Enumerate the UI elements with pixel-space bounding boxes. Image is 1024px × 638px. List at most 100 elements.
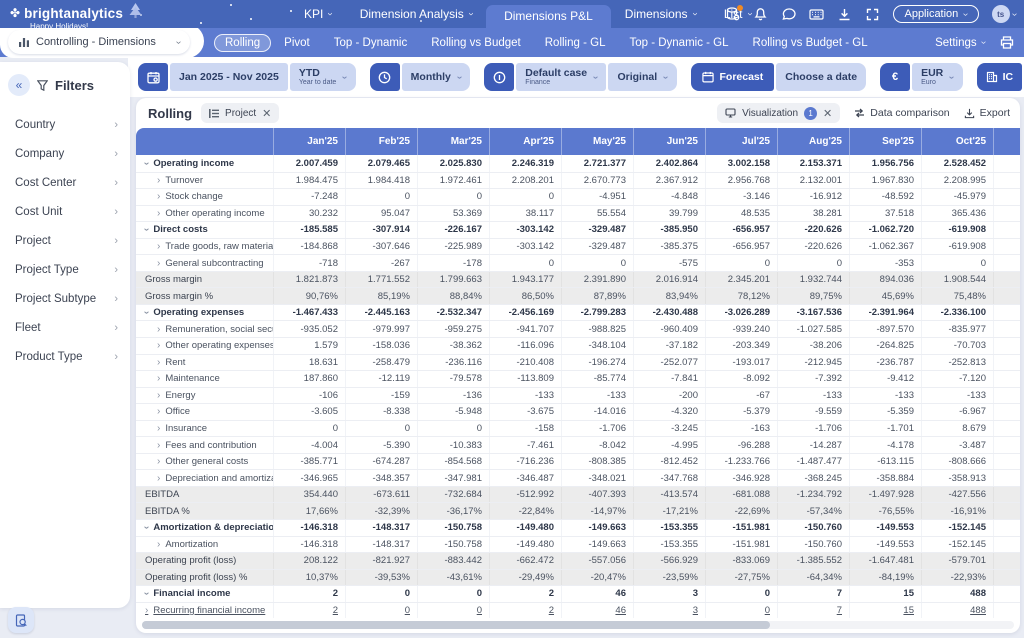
table-row: Operating profit (loss) %10,37%-39,53%-4…	[136, 569, 1020, 586]
download-icon[interactable]	[837, 7, 852, 22]
filter-item-project[interactable]: Project›	[0, 226, 130, 255]
scenario-icon[interactable]	[484, 63, 514, 91]
collapse-sidebar-button[interactable]: «	[8, 74, 30, 96]
table-cell: -662.472	[489, 553, 561, 569]
chevron-right-icon[interactable]: ›	[157, 373, 160, 384]
close-icon[interactable]: ✕	[262, 107, 271, 120]
version-select[interactable]: Original ›	[608, 63, 676, 91]
topnav-item-kpi[interactable]: KPI›	[290, 0, 346, 28]
chevron-down-icon[interactable]: ›	[141, 592, 152, 595]
chevron-right-icon[interactable]: ›	[157, 390, 160, 401]
report-tab-rolling-vs-budget-gl[interactable]: Rolling vs Budget - GL	[742, 34, 879, 52]
table-cell: 2.208.995	[921, 173, 993, 189]
fullscreen-icon[interactable]	[865, 7, 880, 22]
column-header[interactable]: Aug'25	[777, 128, 849, 155]
doc-search-button[interactable]	[8, 607, 34, 633]
report-tab-rolling[interactable]: Rolling	[214, 34, 271, 52]
filter-item-project-subtype[interactable]: Project Subtype›	[0, 284, 130, 313]
case-select[interactable]: Default caseFinance ›	[516, 63, 606, 91]
chevron-down-icon[interactable]: ›	[141, 228, 152, 231]
chevron-down-icon: ›	[173, 40, 184, 43]
chat-icon[interactable]	[781, 7, 796, 22]
user-menu[interactable]: ts ›	[992, 5, 1016, 23]
logo[interactable]: ✤ brightanalytics Happy Holidays!	[10, 3, 142, 31]
chevron-right-icon[interactable]: ›	[145, 605, 148, 616]
chevron-right-icon[interactable]: ›	[157, 340, 160, 351]
export-button[interactable]: Export	[964, 107, 1010, 119]
period-select[interactable]: Monthly ›	[402, 63, 471, 91]
chevron-right-icon[interactable]: ›	[157, 258, 160, 269]
forecast-button[interactable]: Forecast	[691, 63, 775, 91]
choose-date-button[interactable]: Choose a date	[776, 63, 866, 91]
filter-item-project-type[interactable]: Project Type›	[0, 255, 130, 284]
table-cell: -226.167	[417, 222, 489, 238]
table-cell: -39,53%	[345, 570, 417, 586]
column-header[interactable]: Apr'25	[489, 128, 561, 155]
topnav-item-dimensions-p-l[interactable]: Dimensions P&L	[486, 5, 611, 28]
filter-item-cost-unit[interactable]: Cost Unit›	[0, 197, 130, 226]
column-header[interactable]: May'25	[561, 128, 633, 155]
table-cell: -153.355	[633, 520, 705, 536]
print-icon[interactable]	[999, 35, 1014, 50]
ytd-select[interactable]: YTDYear to date ›	[290, 63, 356, 91]
chevron-down-icon[interactable]: ›	[141, 162, 152, 165]
application-select[interactable]: Application ›	[893, 5, 978, 23]
chevron-right-icon[interactable]: ›	[157, 208, 160, 219]
report-tab-top-dynamic[interactable]: Top - Dynamic	[323, 34, 419, 52]
column-header[interactable]: Jan'25	[273, 128, 345, 155]
database-icon[interactable]	[725, 7, 740, 22]
dimension-chip-project[interactable]: Project ✕	[201, 103, 279, 123]
report-tab-rolling-vs-budget[interactable]: Rolling vs Budget	[420, 34, 532, 52]
column-header[interactable]: Jul'25	[705, 128, 777, 155]
report-tab-top-dynamic-gl[interactable]: Top - Dynamic - GL	[618, 34, 739, 52]
keyboard-icon[interactable]	[809, 7, 824, 22]
visualization-chip[interactable]: Visualization 1 ✕	[717, 103, 840, 123]
column-header[interactable]: Feb'25	[345, 128, 417, 155]
intercompany-chip[interactable]: IC	[977, 63, 1023, 91]
column-header[interactable]: Oct'25	[921, 128, 993, 155]
settings-menu[interactable]: Settings ›	[935, 37, 985, 49]
data-comparison-button[interactable]: Data comparison	[854, 107, 949, 119]
chevron-right-icon[interactable]: ›	[157, 175, 160, 186]
chevron-right-icon[interactable]: ›	[157, 539, 160, 550]
report-select[interactable]: Controlling - Dimensions ›	[8, 30, 190, 54]
column-header[interactable]: Mar'25	[417, 128, 489, 155]
column-header[interactable]: Jun'25	[633, 128, 705, 155]
calendar-icon	[702, 71, 714, 83]
bell-icon[interactable]	[753, 7, 768, 22]
chevron-right-icon[interactable]: ›	[157, 241, 160, 252]
close-icon[interactable]: ✕	[823, 107, 832, 120]
topnav-item-dimension-analysis[interactable]: Dimension Analysis›	[346, 0, 486, 28]
filter-item-country[interactable]: Country›	[0, 110, 130, 139]
filter-item-company[interactable]: Company›	[0, 139, 130, 168]
filter-item-cost-center[interactable]: Cost Center›	[0, 168, 130, 197]
clock-icon[interactable]	[370, 63, 400, 91]
report-tab-rolling-gl[interactable]: Rolling - GL	[534, 34, 617, 52]
chevron-right-icon[interactable]: ›	[157, 406, 160, 417]
chevron-down-icon[interactable]: ›	[141, 311, 152, 314]
currency-select[interactable]: EUREuro ›	[912, 63, 963, 91]
chevron-right-icon[interactable]: ›	[157, 324, 160, 335]
table-cell: 46	[561, 586, 633, 602]
filter-item-fleet[interactable]: Fleet›	[0, 313, 130, 342]
calendar-range-icon[interactable]	[138, 63, 168, 91]
chevron-right-icon[interactable]: ›	[157, 456, 160, 467]
table-cell: -38.362	[417, 338, 489, 354]
report-tab-pivot[interactable]: Pivot	[273, 34, 321, 52]
column-header[interactable]: Sep'25	[849, 128, 921, 155]
chevron-down-icon[interactable]: ›	[141, 526, 152, 529]
chevron-right-icon[interactable]: ›	[157, 440, 160, 451]
row-label-text[interactable]: Recurring financial income	[153, 605, 265, 616]
chevron-right-icon[interactable]: ›	[157, 423, 160, 434]
table-cell: -2.430.488	[633, 305, 705, 321]
chevron-right-icon[interactable]: ›	[157, 191, 160, 202]
filter-item-product-type[interactable]: Product Type›	[0, 342, 130, 371]
chevron-right-icon[interactable]: ›	[157, 357, 160, 368]
chevron-right-icon[interactable]: ›	[157, 473, 160, 484]
horizontal-scrollbar[interactable]	[142, 621, 1014, 629]
date-range-chip[interactable]: Jan 2025 - Nov 2025	[170, 63, 288, 91]
topnav-item-dimensions[interactable]: Dimensions›	[611, 0, 710, 28]
scrollbar-thumb[interactable]	[142, 621, 770, 629]
row-label: ›Trade goods, raw material...	[136, 239, 273, 255]
currency-icon[interactable]: €	[880, 63, 910, 91]
